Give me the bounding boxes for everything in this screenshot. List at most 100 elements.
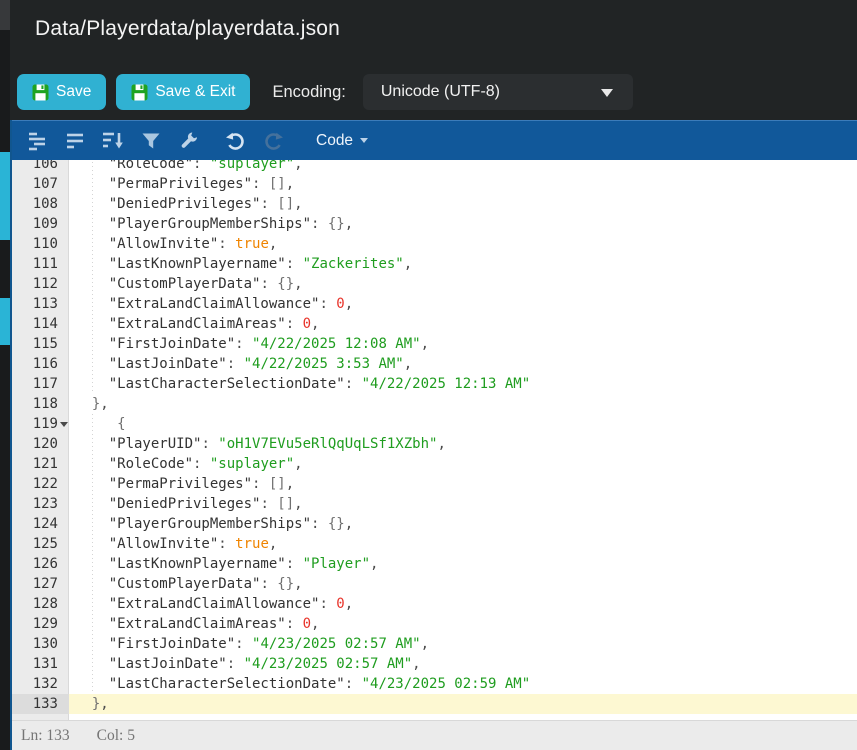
transform-filter-icon <box>140 130 162 152</box>
file-path-title: Data/Playerdata/playerdata.json <box>35 17 340 41</box>
sort-button[interactable] <box>100 128 126 154</box>
code-text: "FirstJoinDate": "4/22/2025 12:08 AM", <box>69 334 857 354</box>
line-number[interactable]: 125 <box>12 534 69 554</box>
code-line-126[interactable]: 126 "LastKnownPlayername": "Player", <box>12 554 857 574</box>
code-line-112[interactable]: 112 "CustomPlayerData": {}, <box>12 274 857 294</box>
code-line-115[interactable]: 115 "FirstJoinDate": "4/22/2025 12:08 AM… <box>12 334 857 354</box>
line-number[interactable]: 121 <box>12 454 69 474</box>
code-text: "AllowInvite": true, <box>69 534 857 554</box>
encoding-select[interactable]: Unicode (UTF-8) <box>363 74 633 110</box>
line-number[interactable]: 130 <box>12 634 69 654</box>
line-number[interactable]: 129 <box>12 614 69 634</box>
save-exit-button-label: Save & Exit <box>155 83 235 101</box>
code-line-106[interactable]: 106 "RoleCode": "suplayer", <box>12 160 857 174</box>
code-line-122[interactable]: 122 "PermaPrivileges": [], <box>12 474 857 494</box>
code-line-132[interactable]: 132 "LastCharacterSelectionDate": "4/23/… <box>12 674 857 694</box>
line-number[interactable]: 106 <box>12 160 69 174</box>
status-line-indicator: Ln: 133 <box>21 727 70 745</box>
code-line-130[interactable]: 130 "FirstJoinDate": "4/23/2025 02:57 AM… <box>12 634 857 654</box>
code-line-123[interactable]: 123 "DeniedPrivileges": [], <box>12 494 857 514</box>
code-line-117[interactable]: 117 "LastCharacterSelectionDate": "4/22/… <box>12 374 857 394</box>
code-text: "ExtraLandClaimAreas": 0, <box>69 614 857 634</box>
code-text: "LastCharacterSelectionDate": "4/22/2025… <box>69 374 857 394</box>
line-number[interactable]: 118 <box>12 394 69 414</box>
code-line-119[interactable]: 119 { <box>12 414 857 434</box>
repair-wrench-icon <box>178 130 200 152</box>
line-number[interactable]: 116 <box>12 354 69 374</box>
code-line-116[interactable]: 116 "LastJoinDate": "4/22/2025 3:53 AM", <box>12 354 857 374</box>
code-line-125[interactable]: 125 "AllowInvite": true, <box>12 534 857 554</box>
code-text: "PlayerGroupMemberShips": {}, <box>69 514 857 534</box>
line-number[interactable]: 111 <box>12 254 69 274</box>
code-line-107[interactable]: 107 "PermaPrivileges": [], <box>12 174 857 194</box>
undo-icon <box>224 130 247 152</box>
status-bar: Ln: 133 Col: 5 <box>12 720 857 750</box>
line-number[interactable]: 124 <box>12 514 69 534</box>
line-number[interactable]: 131 <box>12 654 69 674</box>
repair-button[interactable] <box>176 128 202 154</box>
code-line-108[interactable]: 108 "DeniedPrivileges": [], <box>12 194 857 214</box>
code-text: "DeniedPrivileges": [], <box>69 194 857 214</box>
code-line-128[interactable]: 128 "ExtraLandClaimAllowance": 0, <box>12 594 857 614</box>
line-number[interactable]: 120 <box>12 434 69 454</box>
chevron-down-icon <box>601 89 613 97</box>
save-button[interactable]: Save <box>17 74 106 110</box>
json-editor: Code 106 "RoleCode": "suplayer",107 "Per… <box>10 120 857 750</box>
code-line-129[interactable]: 129 "ExtraLandClaimAreas": 0, <box>12 614 857 634</box>
status-col-indicator: Col: 5 <box>97 727 135 745</box>
line-number[interactable]: 132 <box>12 674 69 694</box>
mode-caret-icon <box>360 138 368 143</box>
code-line-121[interactable]: 121 "RoleCode": "suplayer", <box>12 454 857 474</box>
code-line-124[interactable]: 124 "PlayerGroupMemberShips": {}, <box>12 514 857 534</box>
editor-menu-bar: Code <box>12 120 857 160</box>
code-viewport[interactable]: 106 "RoleCode": "suplayer",107 "PermaPri… <box>12 160 857 720</box>
code-text: "ExtraLandClaimAreas": 0, <box>69 314 857 334</box>
line-number[interactable]: 107 <box>12 174 69 194</box>
code-line-111[interactable]: 111 "LastKnownPlayername": "Zackerites", <box>12 254 857 274</box>
code-text: "LastJoinDate": "4/22/2025 3:53 AM", <box>69 354 857 374</box>
floppy-save-icon <box>32 84 49 101</box>
line-number[interactable]: 133 <box>12 694 69 714</box>
save-exit-button[interactable]: Save & Exit <box>116 74 250 110</box>
code-line-133[interactable]: 133 }, <box>12 694 857 714</box>
app-window: Data/Playerdata/playerdata.json Save <box>0 0 857 750</box>
line-number[interactable]: 117 <box>12 374 69 394</box>
compact-button[interactable] <box>62 128 88 154</box>
line-number[interactable]: 110 <box>12 234 69 254</box>
line-number[interactable]: 127 <box>12 574 69 594</box>
code-line-118[interactable]: 118 }, <box>12 394 857 414</box>
code-text: "ExtraLandClaimAllowance": 0, <box>69 594 857 614</box>
fold-arrow-icon[interactable] <box>60 422 68 427</box>
line-number[interactable]: 126 <box>12 554 69 574</box>
code-line-110[interactable]: 110 "AllowInvite": true, <box>12 234 857 254</box>
code-text: "FirstJoinDate": "4/23/2025 02:57 AM", <box>69 634 857 654</box>
line-number[interactable]: 114 <box>12 314 69 334</box>
code-line-131[interactable]: 131 "LastJoinDate": "4/23/2025 02:57 AM"… <box>12 654 857 674</box>
code-text: "RoleCode": "suplayer", <box>69 454 857 474</box>
line-number[interactable]: 115 <box>12 334 69 354</box>
code-line-127[interactable]: 127 "CustomPlayerData": {}, <box>12 574 857 594</box>
sort-icon <box>101 130 125 152</box>
code-line-120[interactable]: 120 "PlayerUID": "oH1V7EVu5eRlQqUqLSf1XZ… <box>12 434 857 454</box>
line-number[interactable]: 113 <box>12 294 69 314</box>
undo-button[interactable] <box>222 128 248 154</box>
mode-switcher[interactable]: Code <box>316 132 368 150</box>
code-text: "PermaPrivileges": [], <box>69 474 857 494</box>
format-button[interactable] <box>24 128 50 154</box>
code-text: "PlayerUID": "oH1V7EVu5eRlQqUqLSf1XZbh", <box>69 434 857 454</box>
code-text: "AllowInvite": true, <box>69 234 857 254</box>
redo-button[interactable] <box>260 128 286 154</box>
line-number[interactable]: 112 <box>12 274 69 294</box>
line-number[interactable]: 109 <box>12 214 69 234</box>
line-number[interactable]: 108 <box>12 194 69 214</box>
line-number[interactable]: 123 <box>12 494 69 514</box>
code-line-113[interactable]: 113 "ExtraLandClaimAllowance": 0, <box>12 294 857 314</box>
line-number[interactable]: 119 <box>12 414 69 434</box>
transform-button[interactable] <box>138 128 164 154</box>
code-line-109[interactable]: 109 "PlayerGroupMemberShips": {}, <box>12 214 857 234</box>
line-number[interactable]: 122 <box>12 474 69 494</box>
code-text: "PermaPrivileges": [], <box>69 174 857 194</box>
code-rows: 106 "RoleCode": "suplayer",107 "PermaPri… <box>12 160 857 714</box>
code-line-114[interactable]: 114 "ExtraLandClaimAreas": 0, <box>12 314 857 334</box>
line-number[interactable]: 128 <box>12 594 69 614</box>
